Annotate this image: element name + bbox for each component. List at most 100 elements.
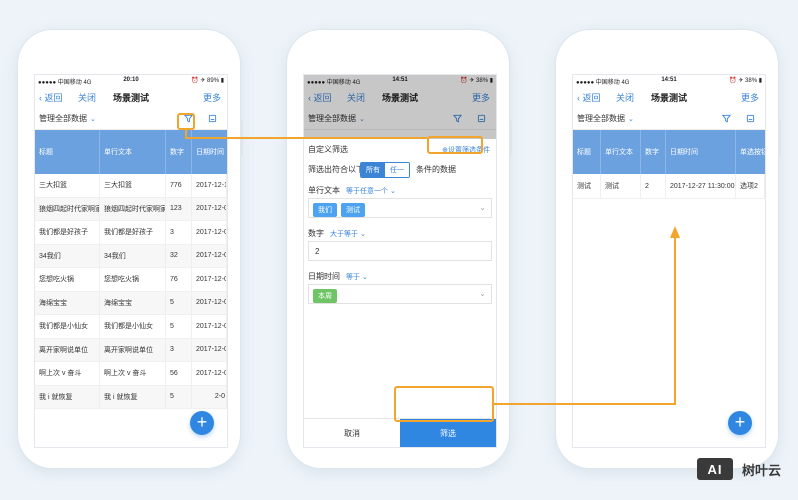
filter-button[interactable] [450, 111, 464, 125]
status-bar: ●●●●● 中国移动 4G 20:10 ⏰ ✈ 89% ▮ [35, 75, 227, 86]
cell: 2017-12-0 [192, 221, 227, 244]
table-row[interactable]: 海绵宝宝 海绵宝宝 5 2017-12-0 [35, 291, 227, 315]
toolbar: 管理全部数据 ⌄ [35, 108, 227, 130]
nav-bar: ‹ 返回 关闭 场景测试 更多 [35, 86, 227, 108]
cell: 2017-12-27 11:30:00 [666, 174, 736, 198]
cell: 2017-12-0 [192, 362, 227, 385]
cell: 123 [166, 197, 192, 220]
table-row[interactable]: 三大扣篮 三大扣篮 776 2017-12-1 [35, 174, 227, 198]
back-button[interactable]: ‹ 返回 [308, 91, 332, 104]
filter-screen: ●●●●● 中国移动 4G 14:51 ⏰ ✈ 38% ▮ ‹ 返回 关闭 场景… [303, 74, 497, 448]
manage-data-dropdown[interactable]: 管理全部数据 ⌄ [577, 113, 634, 124]
column-header: 单行文本 [100, 130, 166, 174]
condition-1-value[interactable]: 我们 测试 ⌄ [308, 198, 492, 218]
column-header: 单行文本 [601, 130, 641, 174]
table-row[interactable]: 狼烟四起时代家啊家 狼烟四起时代家啊家 123 2017-12-0 [35, 197, 227, 221]
cell: 5 [166, 291, 192, 314]
table-row[interactable]: 34我们 34我们 32 2017-12-0 [35, 244, 227, 268]
condition-2-row: 数字 大于等于 ⌄ [308, 228, 366, 239]
chevron-down-icon: ⌄ [479, 203, 486, 212]
table-row[interactable]: 离开家啊说单位 离开家啊说单位 3 2017-12-0 [35, 338, 227, 362]
status-bar: ●●●●● 中国移动 4G 14:51 ⏰ ✈ 38% ▮ [304, 75, 496, 86]
apply-filter-button[interactable]: 筛选 [400, 419, 496, 447]
cell: 2 [641, 174, 666, 198]
column-header: 日期时间 [666, 130, 736, 174]
note-button[interactable] [743, 111, 757, 125]
back-button[interactable]: ‹ 返回 [39, 91, 63, 104]
phone-side-button [778, 120, 781, 156]
filter-icon [452, 114, 462, 122]
close-button[interactable]: 关闭 [78, 91, 96, 104]
condition-2-value[interactable]: 2 [308, 241, 492, 261]
back-label: 返回 [582, 93, 601, 103]
cell: 2-0 [192, 385, 227, 408]
filter-icon [183, 114, 193, 122]
column-header: 日期时间 [196, 149, 224, 156]
column-header: 单选按钮 [740, 149, 765, 156]
close-button[interactable]: 关闭 [616, 91, 634, 104]
chevron-down-icon: ⌄ [359, 116, 365, 123]
cell: 三大扣篮 [100, 174, 166, 197]
condition-3-row: 日期时间 等于 ⌄ [308, 271, 368, 282]
cell: 76 [166, 268, 192, 291]
cell: 狼烟四起时代家啊家 [100, 197, 166, 220]
cell: 2017-12-0 [192, 197, 227, 220]
column-header: 标题 [573, 130, 601, 174]
back-label: 返回 [44, 93, 63, 103]
table-row[interactable]: 我 i 就恢复我 i 就恢复 5 2-0 [35, 385, 227, 409]
value-tag[interactable]: 我们 [313, 203, 337, 217]
table-row[interactable]: 啊上次 v 奋斗 啊上次 v 奋斗 56 2017-12-0 [35, 362, 227, 386]
brand-logo-text: AI [707, 461, 723, 477]
cell: 测试 [601, 174, 641, 198]
plus-icon: + [734, 412, 746, 432]
status-bar: ●●●●● 中国移动 4G 14:51 ⏰ ✈ 38% ▮ [573, 75, 765, 86]
table-row[interactable]: 您想吃火锅 您想吃火锅 76 2017-12-0 [35, 268, 227, 292]
table-row[interactable]: 测试 测试 2 2017-12-27 11:30:00 选项2 [573, 174, 765, 199]
table-row[interactable]: 我们都是小仙女 我们都是小仙女 5 2017-12-0 [35, 315, 227, 339]
add-record-button[interactable]: + [190, 411, 214, 435]
condition-3-value[interactable]: 本周 ⌄ [308, 284, 492, 304]
cell: 我们都是小仙女 [35, 315, 100, 338]
phone-list-view: ●●●●● 中国移动 4G 20:10 ⏰ ✈ 89% ▮ ‹ 返回 关闭 场景… [18, 30, 243, 468]
cancel-button[interactable]: 取消 [304, 419, 400, 447]
more-button[interactable]: 更多 [203, 91, 221, 104]
manage-data-label: 管理全部数据 [577, 114, 625, 123]
filter-button[interactable] [181, 111, 195, 125]
cell: 3 [166, 221, 192, 244]
cell: 三大扣篮 [35, 174, 100, 197]
manage-data-dropdown[interactable]: 管理全部数据 ⌄ [308, 113, 365, 124]
condition-2-field: 数字 [308, 229, 324, 238]
list-table-body: 三大扣篮 三大扣篮 776 2017-12-1 狼烟四起时代家啊家 狼烟四起时代家啊家 1… [35, 174, 227, 409]
condition-3-operator[interactable]: 等于 ⌄ [346, 274, 368, 281]
note-button[interactable] [474, 111, 488, 125]
close-button[interactable]: 关闭 [347, 91, 365, 104]
condition-3-field: 日期时间 [308, 272, 340, 281]
value-tag[interactable]: 测试 [341, 203, 365, 217]
battery-status: ⏰ ✈ 38% ▮ [460, 78, 493, 84]
cell: 您想吃火锅 [35, 268, 100, 291]
more-button[interactable]: 更多 [741, 91, 759, 104]
manage-data-label: 管理全部数据 [39, 114, 87, 123]
page-title: 场景测试 [381, 93, 418, 103]
add-record-button[interactable]: + [728, 411, 752, 435]
filter-button[interactable] [719, 111, 733, 125]
manage-data-dropdown[interactable]: 管理全部数据 ⌄ [39, 113, 96, 124]
page-title: 场景测试 [650, 93, 687, 103]
value-tag[interactable]: 本周 [313, 289, 337, 303]
column-header: 数字 [166, 130, 192, 174]
cell: 2017-12-0 [192, 315, 227, 338]
match-all-option[interactable]: 所有 [361, 163, 385, 177]
cell: 选项2 [736, 174, 765, 198]
cell: 5 [166, 315, 192, 338]
match-any-option[interactable]: 任一 [385, 163, 409, 177]
more-button[interactable]: 更多 [472, 91, 490, 104]
plus-icon: + [196, 412, 208, 432]
condition-1-operator[interactable]: 等于任意一个 ⌄ [346, 188, 396, 195]
note-button[interactable] [205, 111, 219, 125]
cell: 32 [166, 244, 192, 267]
table-row[interactable]: 我们都是好孩子 我们都是好孩子 3 2017-12-0 [35, 221, 227, 245]
set-filter-conditions-link[interactable]: ⊕设置筛选条件 [442, 145, 490, 155]
note-icon [477, 114, 485, 122]
back-button[interactable]: ‹ 返回 [577, 91, 601, 104]
condition-2-operator[interactable]: 大于等于 ⌄ [330, 231, 366, 238]
